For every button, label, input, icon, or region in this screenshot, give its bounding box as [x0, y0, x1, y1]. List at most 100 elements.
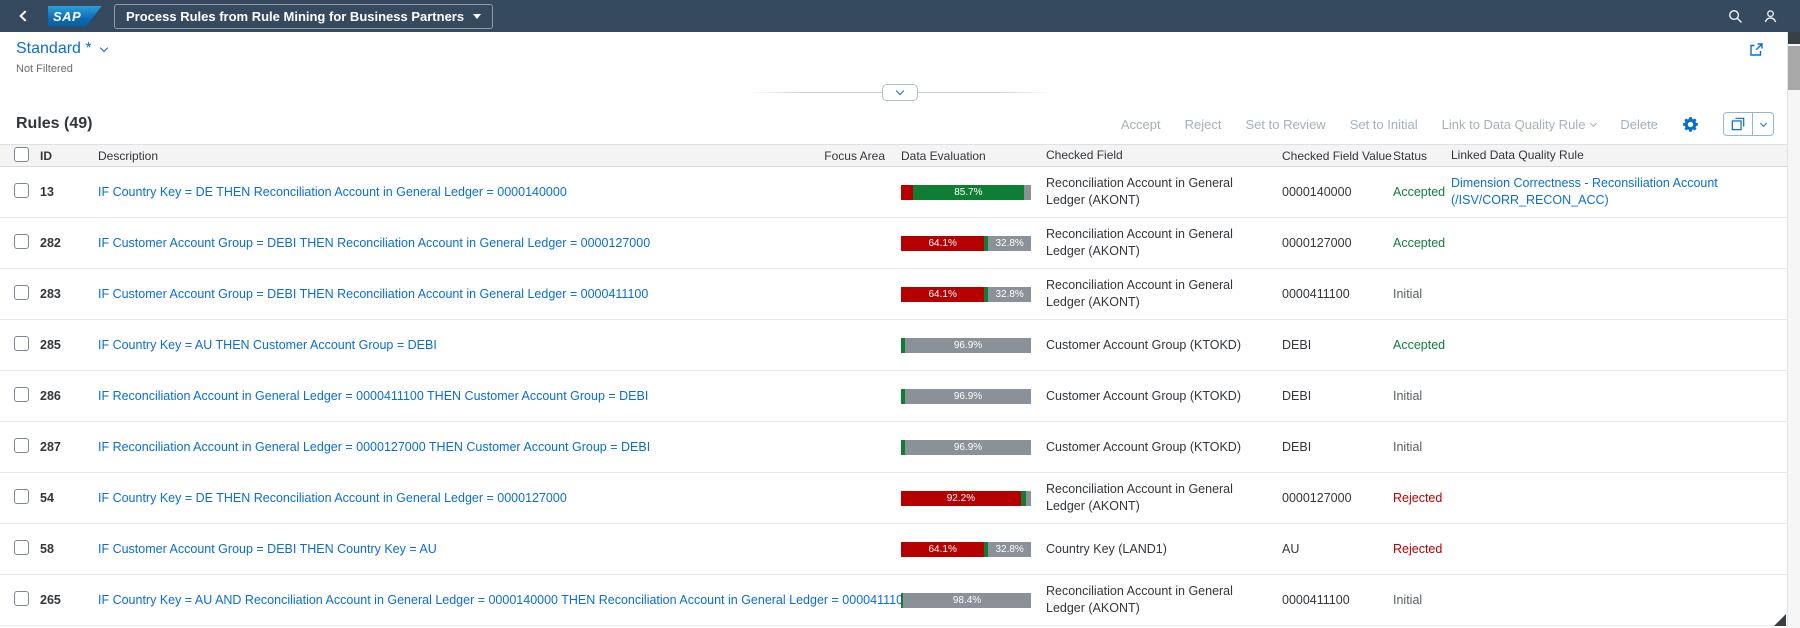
- checked-field-value: 0000411100: [1282, 593, 1350, 607]
- table-row: 54 IF Country Key = DE THEN Reconciliati…: [0, 473, 1787, 524]
- column-header-data-evaluation[interactable]: Data Evaluation: [893, 149, 1038, 163]
- collapse-header-button[interactable]: [882, 84, 918, 101]
- user-avatar-icon[interactable]: [1763, 9, 1778, 24]
- column-header-status[interactable]: Status: [1393, 149, 1451, 163]
- data-evaluation-bar: 92.2%: [901, 490, 1031, 506]
- rule-id: 286: [40, 389, 61, 403]
- chevron-down-icon: [1590, 119, 1598, 127]
- status-badge: Accepted: [1393, 338, 1446, 352]
- row-checkbox[interactable]: [14, 591, 29, 606]
- row-checkbox[interactable]: [14, 183, 29, 198]
- settings-gear-icon[interactable]: [1682, 116, 1699, 133]
- rule-description-link[interactable]: IF Reconciliation Account in General Led…: [98, 440, 650, 454]
- table-title: Rules (49): [16, 115, 93, 132]
- checked-field: Customer Account Group (KTOKD): [1046, 388, 1241, 403]
- filter-status-text: Not Filtered: [16, 63, 73, 75]
- bar-segment-neutral: [1024, 184, 1031, 200]
- bar-segment-neutral: 98.4%: [903, 592, 1031, 608]
- bar-segment-negative: 64.1%: [901, 235, 985, 251]
- rule-description-link[interactable]: IF Country Key = AU THEN Customer Accoun…: [98, 338, 437, 352]
- data-evaluation-bar: 64.1% 32.8%: [901, 286, 1031, 302]
- variant-selector[interactable]: Standard *: [16, 40, 1784, 58]
- rule-description-link[interactable]: IF Customer Account Group = DEBI THEN Re…: [98, 287, 648, 301]
- action-delete[interactable]: Delete: [1620, 117, 1658, 132]
- table-row: 286 IF Reconciliation Account in General…: [0, 371, 1787, 422]
- column-header-linked-dq-rule[interactable]: Linked Data Quality Rule: [1451, 147, 1787, 163]
- chevron-down-icon: [99, 43, 108, 52]
- row-checkbox[interactable]: [14, 438, 29, 453]
- action-link-to-data-quality-rule[interactable]: Link to Data Quality Rule: [1442, 117, 1598, 132]
- table-actions: Accept Reject Set to Review Set to Initial L…: [1121, 112, 1774, 136]
- status-badge: Initial: [1393, 593, 1423, 607]
- back-button[interactable]: [14, 5, 36, 27]
- scrollbar-arrow-up[interactable]: [1788, 32, 1800, 44]
- table-row: 283 IF Customer Account Group = DEBI THE…: [0, 269, 1787, 320]
- checked-field-value: 0000127000: [1282, 491, 1352, 505]
- search-icon[interactable]: [1728, 9, 1743, 24]
- rule-id: 282: [40, 236, 61, 250]
- action-accept[interactable]: Accept: [1121, 117, 1161, 132]
- column-header-checked-field[interactable]: Checked Field: [1038, 147, 1278, 163]
- checked-field-value: DEBI: [1282, 389, 1312, 403]
- share-icon[interactable]: [1748, 42, 1764, 63]
- bar-segment-neutral: 96.9%: [905, 388, 1031, 404]
- page-header: Standard * Not Filtered: [0, 32, 1800, 84]
- shell-header: SAP Process Rules from Rule Mining for B…: [0, 0, 1800, 32]
- table-row: 282 IF Customer Account Group = DEBI THE…: [0, 218, 1787, 269]
- bar-segment-positive: 85.7%: [912, 184, 1025, 200]
- row-checkbox[interactable]: [14, 489, 29, 504]
- row-checkbox[interactable]: [14, 387, 29, 402]
- rule-description-link[interactable]: IF Country Key = DE THEN Reconciliation …: [98, 185, 567, 199]
- column-header-description[interactable]: Description: [98, 149, 813, 163]
- rule-id: 285: [40, 338, 61, 352]
- checked-field: Reconciliation Account in General Ledger…: [1046, 482, 1233, 513]
- scroll-corner-mark: [1774, 614, 1786, 626]
- action-reject[interactable]: Reject: [1185, 117, 1222, 132]
- rule-id: 287: [40, 440, 61, 454]
- action-set-to-review[interactable]: Set to Review: [1245, 117, 1325, 132]
- rule-id: 265: [40, 593, 61, 607]
- column-header-checked-field-value[interactable]: Checked Field Value: [1278, 149, 1393, 163]
- row-checkbox[interactable]: [14, 336, 29, 351]
- status-badge: Initial: [1393, 389, 1423, 403]
- checked-field: Customer Account Group (KTOKD): [1046, 439, 1241, 454]
- export-split-button[interactable]: [1723, 112, 1774, 136]
- vertical-scrollbar[interactable]: [1787, 32, 1800, 628]
- chevron-down-icon[interactable]: [1753, 113, 1773, 135]
- select-all-checkbox[interactable]: [14, 146, 29, 162]
- row-checkbox[interactable]: [14, 540, 29, 555]
- rule-description-link[interactable]: IF Reconciliation Account in General Led…: [98, 389, 648, 403]
- copy-table-icon[interactable]: [1724, 113, 1753, 135]
- checked-field: Reconciliation Account in General Ledger…: [1046, 176, 1233, 207]
- chevron-down-icon: [473, 13, 482, 19]
- status-badge: Initial: [1393, 287, 1423, 301]
- column-header-focus-area[interactable]: Focus Area: [813, 149, 893, 163]
- column-header-id[interactable]: ID: [40, 149, 98, 163]
- checked-field-value: DEBI: [1282, 338, 1312, 352]
- rule-description-link[interactable]: IF Country Key = DE THEN Reconciliation …: [98, 491, 567, 505]
- header-collapse-area: [0, 84, 1800, 102]
- checked-field-value: AU: [1282, 542, 1300, 556]
- rule-id: 58: [40, 542, 54, 556]
- rule-description-link[interactable]: IF Customer Account Group = DEBI THEN Co…: [98, 542, 437, 556]
- table-row: 58 IF Customer Account Group = DEBI THEN…: [0, 524, 1787, 575]
- bar-segment-neutral: 32.8%: [988, 286, 1031, 302]
- bar-segment-neutral: 32.8%: [988, 235, 1031, 251]
- table-row: 265 IF Country Key = AU AND Reconciliati…: [0, 575, 1787, 626]
- app-title-menu[interactable]: Process Rules from Rule Mining for Busin…: [114, 3, 494, 29]
- rule-description-link[interactable]: IF Customer Account Group = DEBI THEN Re…: [98, 236, 650, 250]
- checked-field: Country Key (LAND1): [1046, 541, 1167, 556]
- scrollbar-thumb[interactable]: [1788, 46, 1800, 90]
- table-body: 13 IF Country Key = DE THEN Reconciliati…: [0, 167, 1787, 626]
- checked-field: Customer Account Group (KTOKD): [1046, 337, 1241, 352]
- rule-description-link[interactable]: IF Country Key = AU AND Reconciliation A…: [98, 593, 910, 607]
- row-checkbox[interactable]: [14, 285, 29, 300]
- linked-dq-rule-link[interactable]: Dimension Correctness - Reconsiliation A…: [1451, 176, 1718, 207]
- data-evaluation-bar: 98.4%: [901, 592, 1031, 608]
- checked-field: Reconciliation Account in General Ledger…: [1046, 278, 1233, 309]
- table-toolbar: Rules (49) Accept Reject Set to Review Set …: [0, 102, 1800, 144]
- action-set-to-initial[interactable]: Set to Initial: [1350, 117, 1418, 132]
- row-checkbox[interactable]: [14, 234, 29, 249]
- table-row: 287 IF Reconciliation Account in General…: [0, 422, 1787, 473]
- rule-id: 54: [40, 491, 54, 505]
